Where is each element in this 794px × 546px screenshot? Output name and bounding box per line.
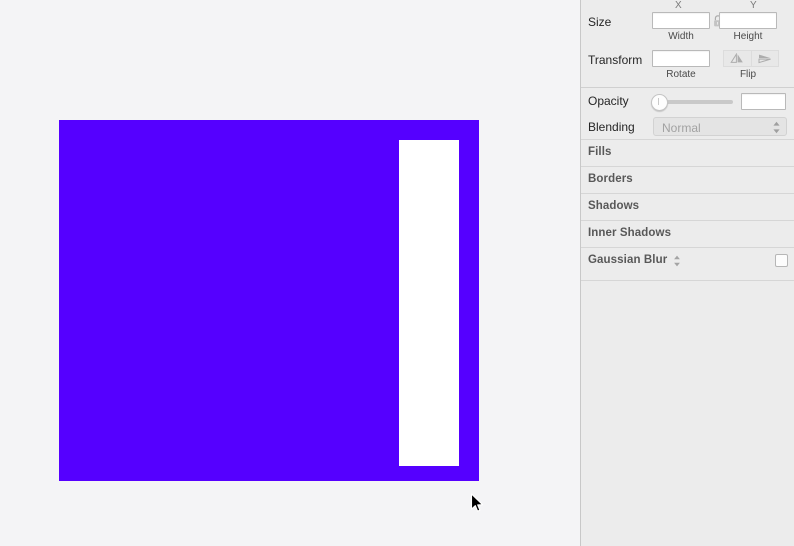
transform-label: Transform: [588, 53, 643, 67]
transform-row: Transform Rotate Flip: [581, 49, 794, 87]
section-title-borders: Borders: [588, 173, 633, 185]
inspector-empty-area: [581, 280, 794, 546]
stepper-updown-icon: [773, 121, 780, 134]
section-row-fills[interactable]: Fills: [581, 139, 794, 166]
axis-labels-row: X Y: [581, 0, 794, 11]
flip-horizontal-icon: [758, 54, 771, 64]
size-row: Size Width Height: [581, 11, 794, 49]
section-title-gaussian-blur: Gaussian Blur: [588, 254, 668, 266]
section-row-gaussian-blur[interactable]: Gaussian Blur: [581, 247, 794, 274]
mouse-cursor-icon: [470, 493, 484, 512]
blending-row: Blending Normal: [581, 115, 794, 139]
flip-horizontal-button[interactable]: [750, 50, 779, 67]
height-sublabel: Height: [733, 31, 763, 42]
opacity-row: Opacity: [581, 88, 794, 115]
width-input[interactable]: [652, 12, 710, 29]
flip-button-group: [723, 50, 779, 67]
flip-vertical-icon: [730, 53, 744, 63]
section-row-shadows[interactable]: Shadows: [581, 193, 794, 220]
size-label: Size: [588, 15, 612, 29]
flip-vertical-button[interactable]: [723, 50, 751, 67]
opacity-label: Opacity: [588, 94, 629, 108]
blending-mode-select[interactable]: Normal: [653, 117, 787, 136]
x-axis-label: X: [675, 0, 682, 11]
section-row-inner-shadows[interactable]: Inner Shadows: [581, 220, 794, 247]
width-sublabel: Width: [668, 31, 694, 42]
section-title-shadows: Shadows: [588, 200, 640, 212]
section-title-inner-shadows: Inner Shadows: [588, 227, 672, 239]
y-axis-label: Y: [750, 0, 757, 11]
app-window: X Y Size Width Height Transform Rotate F…: [0, 0, 794, 546]
white-rectangle-shape[interactable]: [399, 140, 459, 466]
blending-label: Blending: [588, 120, 635, 134]
opacity-input[interactable]: [741, 93, 786, 110]
gaussian-blur-checkbox[interactable]: [775, 254, 788, 267]
gaussian-blur-stepper-icon[interactable]: [673, 255, 681, 267]
rotate-sublabel: Rotate: [666, 69, 696, 80]
canvas-area[interactable]: [0, 0, 580, 546]
opacity-slider-thumb[interactable]: [651, 94, 668, 111]
section-title-fills: Fills: [588, 146, 612, 158]
rotate-input[interactable]: [652, 50, 710, 67]
blending-selected-value: Normal: [662, 121, 701, 135]
flip-sublabel: Flip: [739, 69, 757, 80]
height-input[interactable]: [719, 12, 777, 29]
section-row-borders[interactable]: Borders: [581, 166, 794, 193]
inspector-panel: X Y Size Width Height Transform Rotate F…: [580, 0, 794, 546]
